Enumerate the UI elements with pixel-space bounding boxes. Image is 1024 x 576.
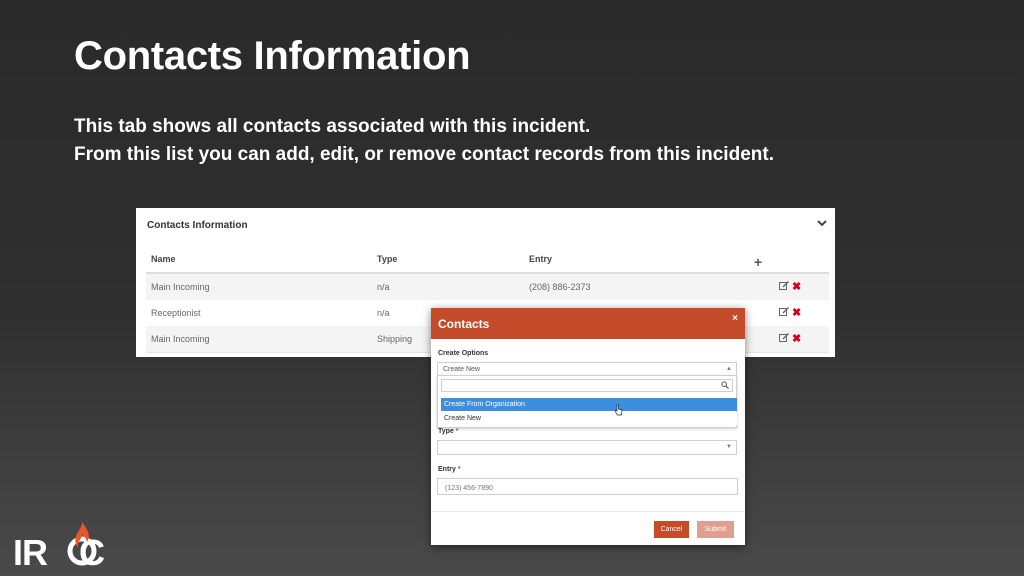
cell-name: Main Incoming [151,282,210,292]
table-row: Main Incoming n/a (208) 886-2373 ✖ [146,274,829,301]
modal-header: Contacts × [431,308,745,339]
cancel-button[interactable]: Cancel [654,521,689,538]
entry-label-text: Entry [438,466,456,473]
row-actions: ✖ [779,280,801,293]
contacts-modal: Contacts × Create Options Create New ▲ C… [431,308,745,545]
modal-title: Contacts [438,317,490,331]
cell-type: Shipping [377,334,413,344]
delete-icon[interactable]: ✖ [792,280,801,293]
type-label-text: Type [438,428,454,435]
row-actions: ✖ [779,332,801,345]
close-icon[interactable]: × [732,313,738,324]
edit-icon[interactable] [779,280,790,293]
cell-name: Main Incoming [151,334,210,344]
logo-text-left: IR [13,532,48,573]
slide-title: Contacts Information [74,34,471,78]
cell-name: Receptionist [151,308,201,318]
required-mark: * [457,466,461,473]
column-header-name: Name [151,254,176,264]
create-options-label: Create Options [438,350,489,357]
delete-icon[interactable]: ✖ [792,306,801,319]
entry-label: Entry * [438,466,461,473]
iroc-logo: IR C [13,520,123,573]
row-actions: ✖ [779,306,801,319]
add-contact-icon[interactable]: + [754,254,762,270]
slide-subtitle-line2: From this list you can add, edit, or rem… [74,144,774,165]
flame-o-icon [67,522,97,566]
divider [431,511,745,512]
edit-icon[interactable] [779,306,790,319]
cell-type: n/a [377,308,390,318]
hand-cursor-icon [614,403,623,416]
required-mark: * [455,428,459,435]
create-options-value: Create New [443,366,480,373]
entry-field[interactable] [437,478,738,495]
panel-title: Contacts Information [147,220,248,231]
caret-up-icon: ▲ [726,366,732,372]
submit-button[interactable]: Submit [697,521,734,538]
edit-icon[interactable] [779,332,790,345]
table-header: Name Type Entry + [146,250,829,274]
delete-icon[interactable]: ✖ [792,332,801,345]
dropdown-option-create-new[interactable]: Create New [441,412,737,425]
search-icon [721,381,729,391]
column-header-type: Type [377,254,398,264]
type-select[interactable]: ▼ [437,440,737,455]
create-options-dropdown: Create From Organization Create New [437,375,737,428]
cell-entry: (208) 886-2373 [529,282,591,292]
dropdown-option-create-from-organization[interactable]: Create From Organization [441,398,737,411]
chevron-down-icon[interactable] [815,216,829,230]
caret-down-icon: ▼ [726,444,732,450]
cell-type: n/a [377,282,390,292]
column-header-entry: Entry [529,254,553,264]
slide-subtitle-line1: This tab shows all contacts associated w… [74,116,591,137]
dropdown-search-input[interactable] [441,379,733,392]
type-label: Type * [438,428,459,435]
